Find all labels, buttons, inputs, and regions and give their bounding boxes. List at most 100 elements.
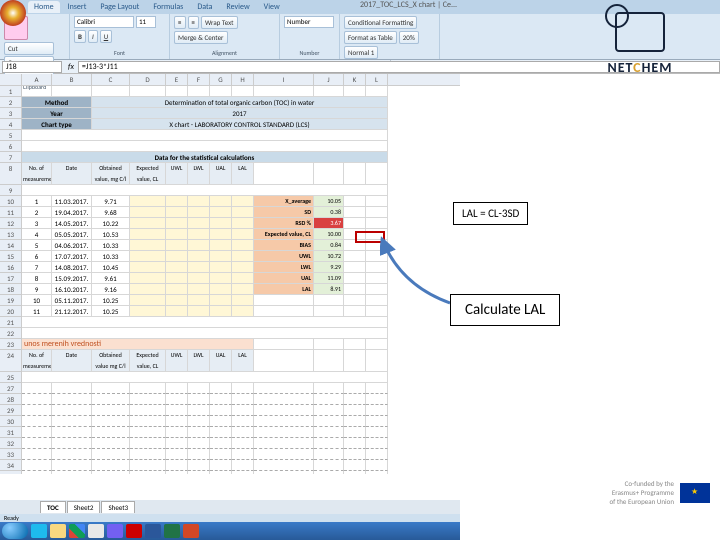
cell[interactable] xyxy=(210,460,232,471)
taskbar-viber-icon[interactable] xyxy=(107,524,123,538)
cell[interactable] xyxy=(366,339,388,350)
cell[interactable] xyxy=(22,405,52,416)
cell[interactable]: Method xyxy=(22,97,92,108)
row-header[interactable]: 12 xyxy=(0,218,22,229)
cell[interactable] xyxy=(188,251,210,262)
cell[interactable] xyxy=(232,416,254,427)
cell[interactable]: 21.12.2017. xyxy=(52,306,92,317)
cell[interactable] xyxy=(92,383,130,394)
row-header[interactable]: 17 xyxy=(0,273,22,284)
sheet-tab-3[interactable]: Sheet3 xyxy=(101,501,135,513)
cell[interactable]: X chart - LABORATORY CONTROL STANDARD (L… xyxy=(92,119,388,130)
cell[interactable]: LWL xyxy=(188,163,210,185)
cell[interactable] xyxy=(22,394,52,405)
cell[interactable] xyxy=(92,427,130,438)
cell[interactable]: 2017 xyxy=(92,108,388,119)
cell[interactable] xyxy=(166,383,188,394)
cell[interactable] xyxy=(210,251,232,262)
row-header[interactable]: 35 xyxy=(0,471,22,474)
cell[interactable]: X_average xyxy=(254,196,314,207)
cell[interactable] xyxy=(92,449,130,460)
cell[interactable]: 10.00 xyxy=(314,229,344,240)
col-header-j[interactable]: J xyxy=(314,74,344,85)
cell[interactable]: 19.04.2017. xyxy=(52,207,92,218)
cell[interactable] xyxy=(166,229,188,240)
cell[interactable] xyxy=(130,251,166,262)
cell[interactable] xyxy=(166,218,188,229)
cell[interactable] xyxy=(188,460,210,471)
cell[interactable] xyxy=(130,427,166,438)
row-header[interactable]: 27 xyxy=(0,383,22,394)
cell[interactable]: 05.05.2017. xyxy=(52,229,92,240)
cell[interactable] xyxy=(344,86,366,97)
cell[interactable] xyxy=(314,163,344,185)
cell[interactable]: 15.09.2017. xyxy=(52,273,92,284)
cell[interactable] xyxy=(366,218,388,229)
cell[interactable] xyxy=(22,438,52,449)
font-name-select[interactable]: Calibri xyxy=(74,16,134,28)
cell[interactable]: 10.45 xyxy=(92,262,130,273)
cell[interactable] xyxy=(166,438,188,449)
cell[interactable] xyxy=(130,460,166,471)
cell[interactable] xyxy=(130,240,166,251)
cell[interactable]: 9.71 xyxy=(92,196,130,207)
cell[interactable] xyxy=(366,196,388,207)
cell[interactable] xyxy=(344,350,366,372)
cell[interactable] xyxy=(52,416,92,427)
cell[interactable] xyxy=(344,218,366,229)
cell[interactable] xyxy=(22,317,388,328)
row-header[interactable]: 29 xyxy=(0,405,22,416)
cell[interactable] xyxy=(210,416,232,427)
cell[interactable] xyxy=(232,218,254,229)
cell[interactable] xyxy=(188,229,210,240)
cell[interactable] xyxy=(232,273,254,284)
row-header[interactable]: 3 xyxy=(0,108,22,119)
cell[interactable] xyxy=(188,196,210,207)
cell[interactable] xyxy=(52,449,92,460)
cell[interactable] xyxy=(130,229,166,240)
row-header[interactable]: 20 xyxy=(0,306,22,317)
cell[interactable] xyxy=(210,295,232,306)
cell[interactable] xyxy=(166,449,188,460)
row-header[interactable]: 5 xyxy=(0,130,22,141)
cell[interactable]: 14.05.2017. xyxy=(52,218,92,229)
cell[interactable] xyxy=(232,438,254,449)
cell[interactable]: 10.25 xyxy=(92,306,130,317)
row-header[interactable]: 28 xyxy=(0,394,22,405)
row-header[interactable]: 19 xyxy=(0,295,22,306)
cell[interactable]: UWL xyxy=(254,251,314,262)
cell[interactable] xyxy=(314,394,344,405)
cell[interactable] xyxy=(52,394,92,405)
cell[interactable] xyxy=(366,295,388,306)
cell[interactable] xyxy=(188,262,210,273)
cell[interactable] xyxy=(366,416,388,427)
bold-button[interactable]: B xyxy=(74,30,86,43)
row-header[interactable]: 14 xyxy=(0,240,22,251)
cell[interactable]: 9.16 xyxy=(92,284,130,295)
cell[interactable]: 11 xyxy=(22,306,52,317)
cell[interactable] xyxy=(366,306,388,317)
cell[interactable] xyxy=(366,207,388,218)
cell[interactable] xyxy=(166,416,188,427)
cell[interactable] xyxy=(52,471,92,474)
cell[interactable]: 14.08.2017. xyxy=(52,262,92,273)
cell[interactable] xyxy=(210,306,232,317)
cell[interactable] xyxy=(22,372,388,383)
cell[interactable] xyxy=(232,405,254,416)
cell[interactable]: 10.05 xyxy=(314,196,344,207)
cell[interactable] xyxy=(210,383,232,394)
taskbar-powerpoint-icon[interactable] xyxy=(183,524,199,538)
cell[interactable] xyxy=(254,449,314,460)
cell[interactable] xyxy=(130,262,166,273)
cell[interactable]: UAL xyxy=(210,163,232,185)
cell[interactable]: 9 xyxy=(22,284,52,295)
cell[interactable] xyxy=(166,196,188,207)
cell[interactable] xyxy=(92,394,130,405)
cell[interactable] xyxy=(232,449,254,460)
cell[interactable] xyxy=(232,471,254,474)
cell[interactable] xyxy=(22,449,52,460)
cell[interactable] xyxy=(366,251,388,262)
cell[interactable] xyxy=(210,438,232,449)
cell[interactable]: 8 xyxy=(22,273,52,284)
cell[interactable] xyxy=(188,471,210,474)
